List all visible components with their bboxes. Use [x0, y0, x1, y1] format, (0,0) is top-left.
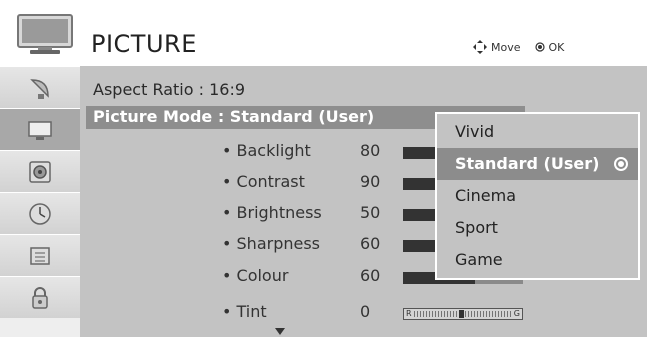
picture-mode-dropdown: Vivid Standard (User) Cinema Sport Game: [435, 112, 640, 280]
hint-ok-label: OK: [548, 40, 565, 54]
brightness-label: • Brightness: [222, 203, 322, 222]
option-sport[interactable]: Sport: [437, 212, 638, 244]
picture-mode-label: Picture Mode : Standard (User): [93, 107, 375, 126]
option-vivid[interactable]: Vivid: [437, 116, 638, 148]
sidebar-item-picture[interactable]: [0, 108, 80, 150]
option-standard-user[interactable]: Standard (User): [437, 148, 638, 180]
header-bar: PICTURE Move OK: [0, 0, 647, 66]
contrast-label: • Contrast: [222, 172, 305, 191]
backlight-value: 80: [360, 141, 381, 160]
option-cinema[interactable]: Cinema: [437, 180, 638, 212]
colour-value: 60: [360, 266, 381, 285]
page-title: PICTURE: [91, 30, 197, 58]
navigation-hint: Move OK: [473, 40, 564, 54]
speaker-icon: [29, 160, 51, 183]
backlight-label: • Backlight: [222, 141, 311, 160]
options-box-icon: [30, 246, 50, 265]
tint-value: 0: [360, 302, 371, 321]
colour-label: • Colour: [222, 266, 289, 285]
option-standard-user-label: Standard (User): [455, 154, 600, 173]
scroll-down-icon[interactable]: [275, 328, 285, 335]
sidebar-item-audio[interactable]: [0, 150, 80, 192]
tint-red-label: R: [406, 309, 412, 318]
selected-radio-icon: [614, 157, 628, 171]
contrast-value: 90: [360, 172, 381, 191]
tint-slider[interactable]: R G: [403, 308, 523, 320]
brightness-value: 50: [360, 203, 381, 222]
sharpness-value: 60: [360, 234, 381, 253]
option-game[interactable]: Game: [437, 244, 638, 276]
aspect-ratio-item[interactable]: Aspect Ratio : 16:9: [93, 80, 245, 99]
sidebar-item-option[interactable]: [0, 234, 80, 276]
tint-marker: [459, 310, 464, 318]
four-way-arrows-icon: [473, 40, 487, 54]
tv-menu-icon: [17, 14, 73, 54]
sharpness-label: • Sharpness: [222, 234, 321, 253]
tint-green-label: G: [513, 309, 520, 318]
tint-label: • Tint: [222, 302, 267, 321]
sidebar-item-time[interactable]: [0, 192, 80, 234]
sidebar-item-setup[interactable]: [0, 66, 80, 108]
ok-button-icon: [534, 42, 545, 52]
tv-screen-icon: [28, 120, 52, 140]
sidebar: [0, 66, 80, 337]
clock-icon: [29, 202, 51, 225]
hint-move-label: Move: [491, 40, 521, 54]
lock-icon: [32, 286, 48, 309]
sidebar-item-lock[interactable]: [0, 276, 80, 318]
satellite-dish-icon: [30, 78, 49, 99]
